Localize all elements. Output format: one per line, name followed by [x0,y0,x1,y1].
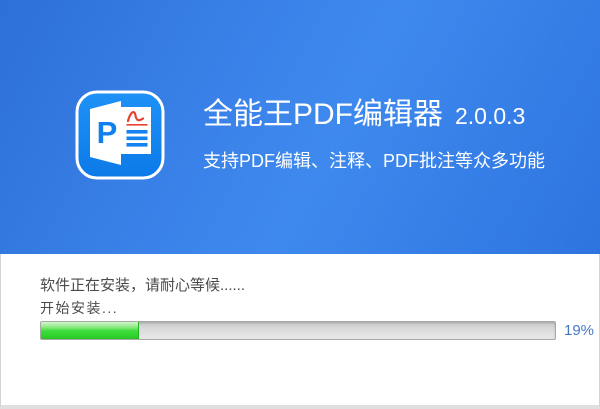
icon-letter-p: P [97,115,118,150]
installer-window: P 全能王PDF编辑器 2.0.0.3 支持PDF编辑、注释、PDF批注等众多功能… [0,0,600,409]
app-icon: P [75,90,165,180]
install-panel: 软件正在安装，请耐心等候...... 开始安装... 19% [0,254,600,409]
install-step-text: 开始安装... [40,300,119,316]
progress-bar [40,321,556,340]
progress-bar-fill [41,322,139,339]
banner-text: 全能王PDF编辑器 2.0.0.3 支持PDF编辑、注释、PDF批注等众多功能 [203,97,545,172]
banner: P 全能王PDF编辑器 2.0.0.3 支持PDF编辑、注释、PDF批注等众多功能 [0,0,600,254]
install-status-text: 软件正在安装，请耐心等候...... [40,277,246,294]
app-version: 2.0.0.3 [455,103,526,129]
pdf-document-icon: P [75,90,165,180]
app-title: 全能王PDF编辑器 [203,98,443,131]
progress-percent-label: 19% [564,322,595,339]
title-row: 全能王PDF编辑器 2.0.0.3 [203,97,545,134]
app-subtitle: 支持PDF编辑、注释、PDF批注等众多功能 [203,151,545,171]
